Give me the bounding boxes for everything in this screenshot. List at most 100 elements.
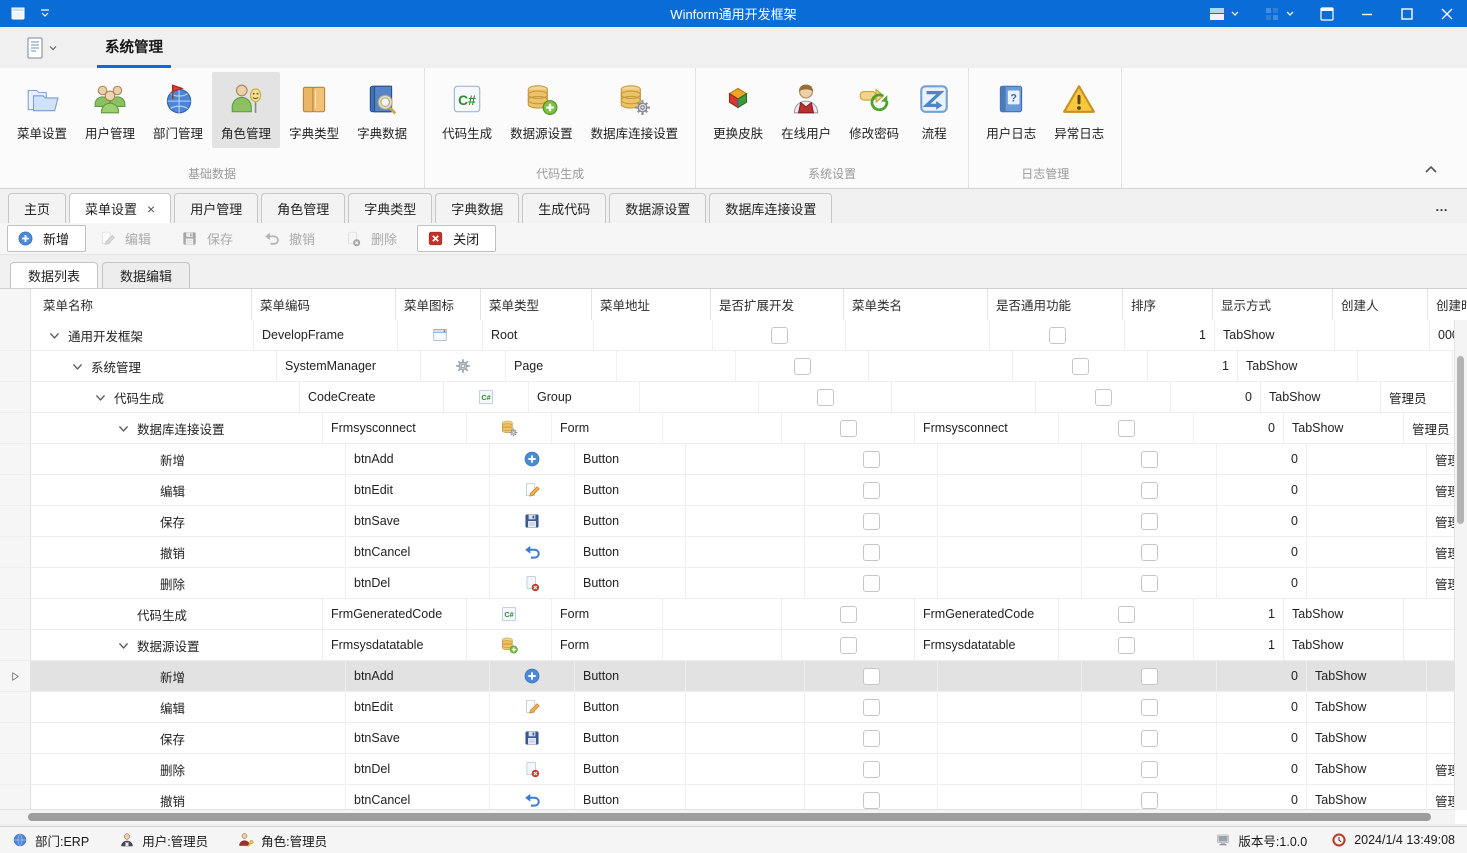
tree-grid-row[interactable]: 系统管理SystemManagerPage1TabShow2023/12/292… <box>0 351 1455 382</box>
checkbox-unchecked[interactable] <box>1141 575 1158 592</box>
tab-overflow-button[interactable]: … <box>1417 199 1467 214</box>
checkbox-unchecked[interactable] <box>863 761 880 778</box>
checkbox-unchecked[interactable] <box>863 792 880 809</box>
checkbox-unchecked[interactable] <box>863 513 880 530</box>
doc-tab[interactable]: 字典类型 <box>348 193 432 223</box>
tree-grid-row[interactable]: 数据源设置FrmsysdatatableFormFrmsysdatatable1… <box>0 630 1455 661</box>
tree-grid-row[interactable]: 新增btnAddButton0TabShow2023/12/30202 <box>0 661 1455 692</box>
column-header[interactable]: 创建时间 <box>1428 289 1467 320</box>
skin-select-button[interactable] <box>1197 0 1252 27</box>
doc-tab[interactable]: 菜单设置× <box>69 193 171 223</box>
checkbox-unchecked[interactable] <box>1049 327 1066 344</box>
checkbox-unchecked[interactable] <box>1141 699 1158 716</box>
doc-tab[interactable]: 数据库连接设置 <box>709 193 832 223</box>
tree-grid-row[interactable]: 编辑btnEditButton0TabShow2023/12/30202 <box>0 692 1455 723</box>
ribbon-item-books[interactable]: 字典类型 <box>280 72 348 148</box>
checkbox-unchecked[interactable] <box>1118 420 1135 437</box>
checkbox-unchecked[interactable] <box>863 575 880 592</box>
checkbox-unchecked[interactable] <box>1095 389 1112 406</box>
ribbon-item-book-search[interactable]: 字典数据 <box>348 72 416 148</box>
pin-window-button[interactable] <box>1307 0 1347 27</box>
doc-tab[interactable]: 生成代码 <box>522 193 606 223</box>
ribbon-item-db-plus[interactable]: 数据源设置 <box>501 72 582 148</box>
ribbon-item-users[interactable]: 用户管理 <box>76 72 144 148</box>
checkbox-unchecked[interactable] <box>1118 606 1135 623</box>
doc-tab[interactable]: 字典数据 <box>435 193 519 223</box>
column-header[interactable]: 菜单地址 <box>592 289 711 320</box>
tree-grid-row[interactable]: 保存btnSaveButton0TabShow2023/12/30202 <box>0 723 1455 754</box>
ribbon-item-csharp[interactable]: C#代码生成 <box>433 72 501 148</box>
edit-button[interactable]: 编辑 <box>89 225 168 252</box>
close-button[interactable]: 关闭 <box>417 225 496 252</box>
checkbox-unchecked[interactable] <box>817 389 834 406</box>
checkbox-unchecked[interactable] <box>863 730 880 747</box>
tree-grid-row[interactable]: 撤销btnCancelButton0TabShow管理员2023/12/3119… <box>0 785 1455 810</box>
ribbon-item-password[interactable]: 修改密码 <box>840 72 908 148</box>
delete-button[interactable]: 删除 <box>335 225 414 252</box>
expander-icon[interactable] <box>68 358 87 374</box>
ribbon-item-warning[interactable]: 异常日志 <box>1045 72 1113 148</box>
ribbon-item-flow[interactable]: 流程 <box>908 72 960 148</box>
ribbon-item-role[interactable]: 角色管理 <box>212 72 280 148</box>
collapse-ribbon-icon[interactable] <box>1423 162 1439 178</box>
checkbox-unchecked[interactable] <box>1141 792 1158 809</box>
ribbon-item-db-gear[interactable]: 数据库连接设置 <box>582 72 688 148</box>
tree-grid-row[interactable]: 通用开发框架DevelopFrameRoot1TabShow0001/1/100… <box>0 320 1455 351</box>
checkbox-unchecked[interactable] <box>1072 358 1089 375</box>
maximize-button[interactable] <box>1387 0 1427 27</box>
tree-grid-row[interactable]: 新增btnAddButton0管理员2024/1/4190 <box>0 444 1455 475</box>
checkbox-unchecked[interactable] <box>771 327 788 344</box>
checkbox-unchecked[interactable] <box>794 358 811 375</box>
ribbon-item-skin[interactable]: 更换皮肤 <box>704 72 772 148</box>
checkbox-unchecked[interactable] <box>863 699 880 716</box>
minimize-button[interactable] <box>1347 0 1387 27</box>
checkbox-unchecked[interactable] <box>840 606 857 623</box>
tree-grid-row[interactable]: 代码生成FrmGeneratedCodeC#FormFrmGeneratedCo… <box>0 599 1455 630</box>
close-tab-icon[interactable]: × <box>147 202 155 216</box>
checkbox-unchecked[interactable] <box>1141 513 1158 530</box>
checkbox-unchecked[interactable] <box>1141 482 1158 499</box>
column-header[interactable]: 菜单名称 <box>31 289 252 320</box>
ribbon-item-globe-flag[interactable]: 部门管理 <box>144 72 212 148</box>
column-header[interactable]: 菜单图标 <box>396 289 481 320</box>
view-tab[interactable]: 数据编辑 <box>102 262 190 288</box>
close-window-button[interactable] <box>1427 0 1467 27</box>
save-button[interactable]: 保存 <box>171 225 250 252</box>
tree-grid-row[interactable]: 代码生成CodeCreateC#Group0TabShow管理员2023/12/… <box>0 382 1455 413</box>
checkbox-unchecked[interactable] <box>1141 544 1158 561</box>
checkbox-unchecked[interactable] <box>840 637 857 654</box>
column-header[interactable]: 显示方式 <box>1213 289 1333 320</box>
checkbox-unchecked[interactable] <box>1141 761 1158 778</box>
column-header[interactable]: 是否通用功能 <box>988 289 1123 320</box>
horizontal-scrollbar-thumb[interactable] <box>28 813 1431 821</box>
doc-tab[interactable]: 数据源设置 <box>609 193 706 223</box>
checkbox-unchecked[interactable] <box>1141 730 1158 747</box>
tree-grid-row[interactable]: 数据库连接设置FrmsysconnectFormFrmsysconnect0Ta… <box>0 413 1455 444</box>
expander-icon[interactable] <box>91 389 110 405</box>
vertical-scrollbar-thumb[interactable] <box>1457 356 1464 524</box>
ribbon-item-online-user[interactable]: 在线用户 <box>772 72 840 148</box>
vertical-scrollbar[interactable] <box>1454 320 1467 810</box>
expander-icon[interactable] <box>114 420 133 436</box>
checkbox-unchecked[interactable] <box>863 668 880 685</box>
ribbon-tab-system-management[interactable]: 系统管理 <box>97 27 171 68</box>
application-menu-button[interactable] <box>20 27 61 68</box>
tree-grid-row[interactable]: 保存btnSaveButton0管理员2024/1/4190 <box>0 506 1455 537</box>
tree-grid-row[interactable]: 删除btnDelButton0管理员2024/1/4190 <box>0 568 1455 599</box>
checkbox-unchecked[interactable] <box>840 420 857 437</box>
doc-tab[interactable]: 角色管理 <box>261 193 345 223</box>
checkbox-unchecked[interactable] <box>863 451 880 468</box>
ribbon-item-user-log[interactable]: ?用户日志 <box>977 72 1045 148</box>
add-button[interactable]: 新增 <box>7 225 86 252</box>
checkbox-unchecked[interactable] <box>1141 668 1158 685</box>
column-header[interactable]: 排序 <box>1123 289 1213 320</box>
ribbon-item-folder[interactable]: 菜单设置 <box>8 72 76 148</box>
tree-grid-row[interactable]: 撤销btnCancelButton0管理员2024/1/4190 <box>0 537 1455 568</box>
horizontal-scrollbar[interactable] <box>0 809 1455 824</box>
checkbox-unchecked[interactable] <box>1118 637 1135 654</box>
column-header[interactable]: 是否扩展开发 <box>711 289 844 320</box>
tree-grid-row[interactable]: 编辑btnEditButton0管理员2024/1/4190 <box>0 475 1455 506</box>
undo-button[interactable]: 撤销 <box>253 225 332 252</box>
view-tab[interactable]: 数据列表 <box>10 262 98 288</box>
palette-button[interactable] <box>1252 0 1307 27</box>
